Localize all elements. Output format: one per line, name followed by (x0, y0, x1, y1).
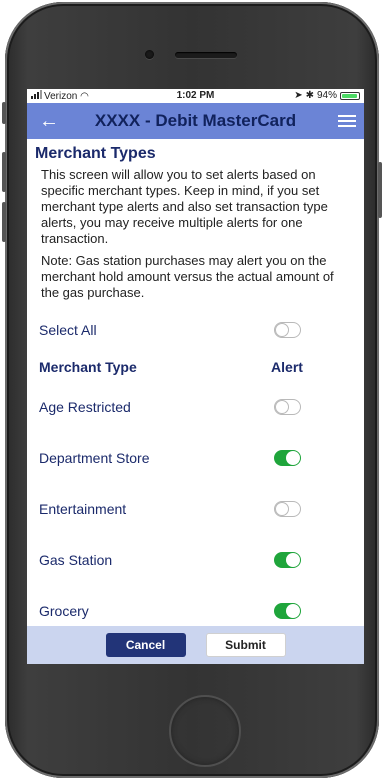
merchant-toggle-department-store[interactable] (273, 449, 301, 466)
note-text: Note: Gas station purchases may alert yo… (41, 253, 334, 300)
app-header: ← XXXX - Debit MasterCard (27, 103, 364, 139)
location-icon: ➤ (294, 90, 303, 101)
home-button[interactable] (169, 695, 241, 767)
merchant-toggle-entertainment[interactable] (273, 500, 301, 517)
merchant-row-age-restricted: Age Restricted (37, 381, 354, 432)
battery-percent: 94% (316, 90, 337, 101)
merchant-list: Age Restricted Department Store Entertai… (37, 381, 354, 636)
main-content: Merchant Types This screen will allow yo… (27, 139, 364, 636)
action-footer: Cancel Submit (27, 626, 364, 664)
merchant-row-department-store: Department Store (37, 432, 354, 483)
volume-up-button (2, 152, 6, 192)
battery-icon (340, 91, 360, 100)
phone-screen: Verizon ◠ 1:02 PM ➤ ✱ 94% ← XXXX - Debit… (27, 89, 364, 664)
front-camera (145, 50, 154, 59)
page-title: Merchant Types (35, 145, 156, 162)
select-all-row: Select All (37, 307, 354, 353)
merchant-row-gas-station: Gas Station (37, 534, 354, 585)
back-arrow-icon[interactable]: ← (37, 109, 61, 133)
hamburger-menu-icon[interactable] (338, 112, 356, 130)
header-title: XXXX - Debit MasterCard (94, 111, 297, 130)
status-bar: Verizon ◠ 1:02 PM ➤ ✱ 94% (27, 89, 364, 103)
merchant-toggle-age-restricted[interactable] (273, 398, 301, 415)
power-button (378, 162, 382, 218)
select-all-toggle[interactable] (273, 322, 301, 338)
merchant-row-entertainment: Entertainment (37, 483, 354, 534)
earpiece-speaker (175, 52, 237, 58)
merchant-toggle-grocery[interactable] (273, 602, 301, 619)
merchant-toggle-gas-station[interactable] (273, 551, 301, 568)
status-right: ➤ ✱ 94% (294, 90, 360, 101)
submit-button[interactable]: Submit (205, 633, 286, 657)
cancel-button[interactable]: Cancel (105, 633, 186, 657)
alert-header: Alert (271, 359, 303, 375)
volume-down-button (2, 202, 6, 242)
bluetooth-icon: ✱ (305, 90, 314, 101)
intro-text: This screen will allow you to set alerts… (41, 167, 328, 246)
column-header-row: Merchant Type Alert (37, 353, 354, 381)
mute-switch (2, 102, 6, 124)
